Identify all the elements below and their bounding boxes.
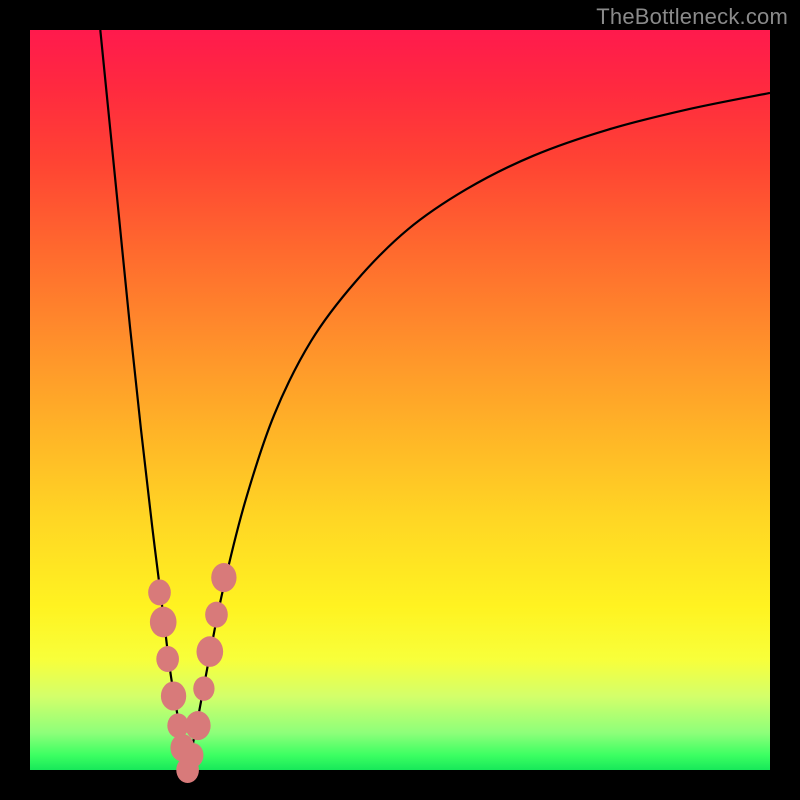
data-marker xyxy=(193,676,214,701)
chart-svg xyxy=(30,30,770,770)
data-marker xyxy=(156,646,179,672)
data-marker xyxy=(196,636,223,667)
data-marker xyxy=(182,743,203,768)
data-marker xyxy=(211,563,236,592)
watermark-text: TheBottleneck.com xyxy=(596,4,788,30)
plot-area xyxy=(30,30,770,770)
data-marker xyxy=(185,711,210,740)
data-marker xyxy=(161,681,186,710)
data-markers xyxy=(148,563,236,783)
curve-right-branch xyxy=(188,93,770,770)
data-marker xyxy=(150,607,177,638)
data-marker xyxy=(205,602,228,628)
data-marker xyxy=(148,579,171,605)
chart-frame: TheBottleneck.com xyxy=(0,0,800,800)
